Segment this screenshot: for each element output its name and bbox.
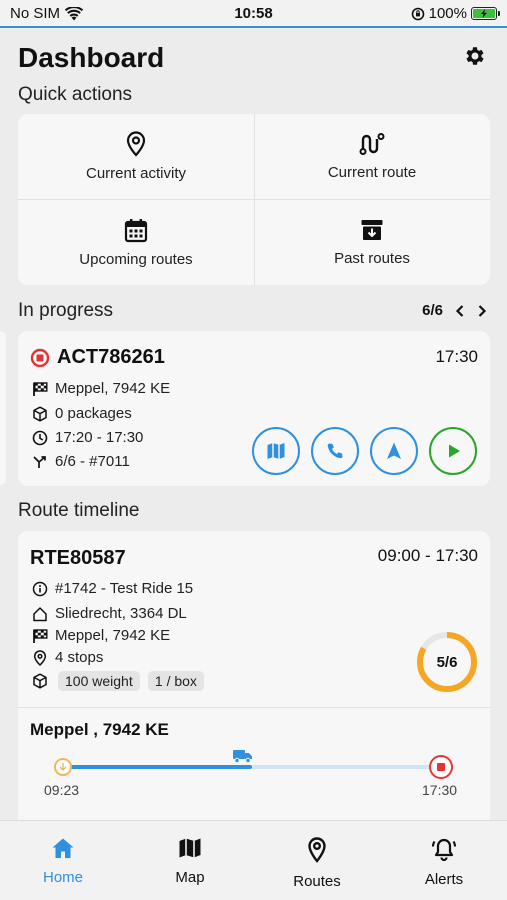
gear-icon[interactable]	[463, 44, 487, 68]
chevron-left-icon[interactable]	[455, 304, 465, 318]
location-pin-icon	[126, 131, 146, 157]
activity-window: 17:20 - 17:30	[55, 429, 144, 446]
tab-map-label: Map	[175, 869, 205, 886]
battery-percent: 100%	[428, 5, 467, 22]
download-arrow-icon	[59, 763, 67, 771]
per-box-chip: 1 / box	[147, 671, 204, 691]
activity-destination: Meppel, 7942 KE	[55, 380, 171, 397]
timeline-start-marker	[54, 758, 72, 776]
location-pin-icon	[33, 649, 47, 666]
current-route-button[interactable]: Current route	[254, 114, 490, 199]
upcoming-routes-button[interactable]: Upcoming routes	[18, 200, 254, 285]
bell-icon	[432, 838, 456, 861]
tab-home-label: Home	[42, 869, 83, 886]
route-ride: #1742 - Test Ride 15	[55, 580, 194, 597]
orientation-lock-icon	[411, 7, 424, 20]
navigation-arrow-icon	[387, 442, 401, 459]
route-icon	[359, 133, 385, 155]
navigate-button[interactable]	[370, 427, 418, 475]
pager-count: 6/6	[422, 302, 443, 319]
archive-icon	[361, 220, 383, 240]
timeline-stop-name: Meppel , 7942 KE	[30, 720, 169, 739]
tab-home[interactable]: Home	[0, 821, 126, 900]
quick-actions-label: Quick actions	[18, 84, 133, 105]
tab-map[interactable]: Map	[127, 821, 253, 900]
route-card[interactable]: RTE80587 09:00 - 17:30 #1742 - Test Ride…	[18, 531, 490, 831]
calendar-icon	[124, 218, 148, 242]
previous-card-peek[interactable]	[0, 331, 6, 485]
map-icon	[267, 443, 285, 459]
tab-bar: Home Map Routes Alerts	[0, 820, 507, 900]
tab-routes[interactable]: Routes	[254, 821, 380, 900]
divider	[18, 707, 490, 708]
tab-alerts-label: Alerts	[424, 871, 464, 888]
clock-icon	[32, 430, 48, 445]
truck-icon	[233, 750, 252, 764]
timeline-end-marker	[429, 755, 453, 779]
current-activity-label: Current activity	[85, 165, 187, 182]
activity-id: ACT786261	[57, 346, 165, 368]
past-routes-label: Past routes	[334, 250, 410, 267]
route-timeline-label: Route timeline	[18, 500, 140, 521]
route-progress-label: 5/6	[437, 654, 458, 671]
past-routes-button[interactable]: Past routes	[254, 200, 490, 285]
upcoming-routes-label: Upcoming routes	[79, 250, 193, 268]
in-progress-label: In progress	[18, 300, 114, 321]
package-icon	[33, 405, 47, 422]
checkered-flag-icon	[33, 628, 48, 643]
timeline-start-time: 09:23	[44, 782, 80, 798]
call-button[interactable]	[311, 427, 359, 475]
current-route-label: Current route	[327, 164, 417, 181]
merge-icon	[33, 455, 46, 468]
map-button[interactable]	[252, 427, 300, 475]
current-activity-button[interactable]: Current activity	[18, 114, 254, 199]
route-destination: Meppel, 7942 KE	[55, 627, 171, 644]
route-id: RTE80587	[30, 547, 126, 569]
tab-alerts[interactable]: Alerts	[381, 821, 507, 900]
stop-circle-icon	[30, 348, 50, 367]
home-icon	[52, 838, 74, 858]
route-progress-ring: 5/6	[417, 632, 477, 692]
play-icon	[449, 444, 460, 458]
route-time: 09:00 - 17:30	[377, 546, 478, 565]
home-outline-icon	[33, 606, 47, 621]
chevron-right-icon[interactable]	[477, 304, 487, 318]
package-icon	[33, 673, 47, 689]
activity-time: 17:30	[435, 347, 478, 366]
location-pin-icon	[308, 837, 326, 863]
timeline-progress-fill	[62, 765, 252, 769]
checkered-flag-icon	[33, 381, 48, 396]
phone-icon	[327, 443, 343, 459]
start-button[interactable]	[429, 427, 477, 475]
page-title: Dashboard	[18, 42, 165, 73]
tab-routes-label: Routes	[293, 873, 341, 890]
timeline-track	[62, 765, 442, 769]
route-stops: 4 stops	[55, 649, 104, 666]
activity-pager: 6/6	[422, 302, 487, 319]
weight-chip: 100 weight	[58, 671, 140, 691]
timeline-end-time: 17:30	[422, 782, 458, 798]
stop-icon	[437, 763, 445, 771]
info-icon	[32, 581, 48, 596]
activity-sequence: 6/6 - #7011	[55, 453, 130, 470]
route-origin: Sliedrecht, 3364 DL	[55, 605, 187, 622]
battery-icon	[471, 7, 500, 20]
status-bar: No SIM 10:58 100%	[0, 0, 507, 28]
activity-card[interactable]: ACT786261 17:30 Meppel, 7942 KE 0 packag…	[18, 331, 490, 486]
activity-packages: 0 packages	[55, 405, 132, 422]
map-icon	[179, 838, 201, 858]
quick-actions-panel: Current activity Current route Upcoming …	[18, 114, 490, 285]
